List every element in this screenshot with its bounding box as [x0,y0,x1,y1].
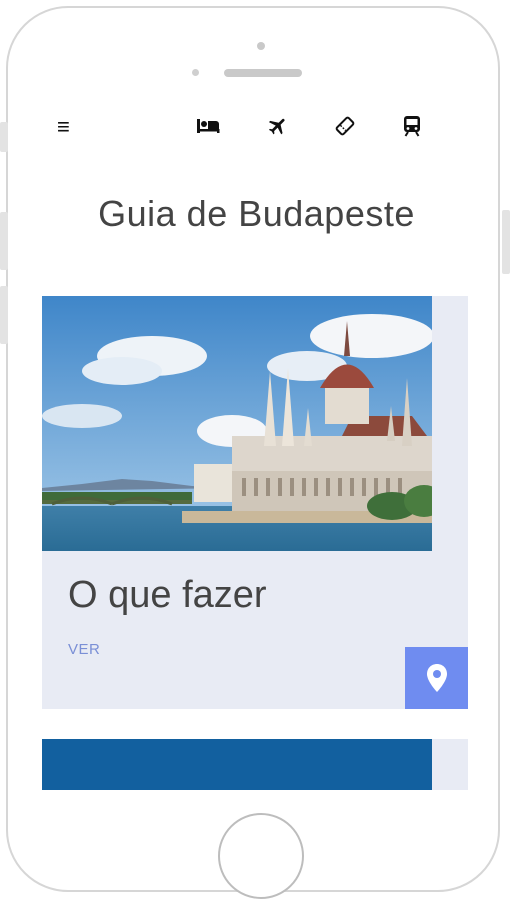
main-content: Guia de Budapeste O que fazer VER [28,163,485,790]
top-toolbar: ≡ [28,93,485,163]
side-button-volume-down [0,286,8,344]
card-title: O que fazer [68,574,267,616]
ticket-icon[interactable] [330,111,360,141]
airplane-icon[interactable] [263,111,293,141]
proximity-sensor [192,69,199,76]
home-button[interactable] [218,813,304,899]
side-button-power [502,210,510,274]
front-camera [257,42,265,50]
menu-icon[interactable]: ≡ [57,115,70,139]
card-view-link[interactable]: VER [68,641,100,658]
side-button-volume-up [0,212,8,270]
card-next-image [42,739,432,790]
map-pin-icon [426,664,447,692]
app-screen: ≡ Guia de Budapeste O que fazer VER [28,93,485,790]
budapest-parliament-photo [42,296,432,551]
map-pin-button[interactable] [405,647,468,709]
side-button-mute [0,122,8,152]
earpiece-speaker [224,69,302,77]
train-icon[interactable] [397,111,427,141]
card-next[interactable] [42,739,468,790]
card-o-que-fazer[interactable]: O que fazer VER [42,296,468,709]
page-title: Guia de Budapeste [98,193,415,234]
hotel-bed-icon[interactable] [193,111,223,141]
